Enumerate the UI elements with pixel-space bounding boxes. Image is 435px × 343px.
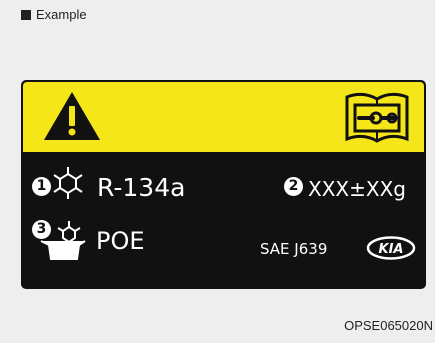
warning-band [23, 82, 424, 152]
refrigerant-label: 1 R-134a 2 XXX±XXg 3 POE SAE J639 KIA [21, 80, 426, 289]
refrigerant-amount: XXX±XXg [308, 177, 406, 201]
square-bullet-icon [21, 9, 31, 20]
refrigerant-type: R-134a [97, 173, 186, 202]
sae-standard: SAE J639 [260, 240, 328, 258]
oil-can-snowflake-icon [40, 221, 86, 260]
circled-number-2: 2 [284, 177, 303, 196]
kia-logo-text: KIA [379, 242, 404, 257]
service-manual-icon [345, 92, 409, 143]
example-heading: Example [21, 7, 87, 22]
snowflake-icon [53, 167, 83, 199]
circled-number-1: 1 [32, 177, 51, 196]
oil-type: POE [96, 227, 145, 255]
example-heading-text: Example [36, 7, 87, 22]
warning-triangle-icon [44, 92, 100, 140]
kia-logo-icon: KIA [366, 236, 416, 260]
figure-code: OPSE065020N [344, 318, 433, 333]
page: Example 1 R-134a 2 XXX±XXg 3 POE SAE J63… [0, 0, 435, 343]
